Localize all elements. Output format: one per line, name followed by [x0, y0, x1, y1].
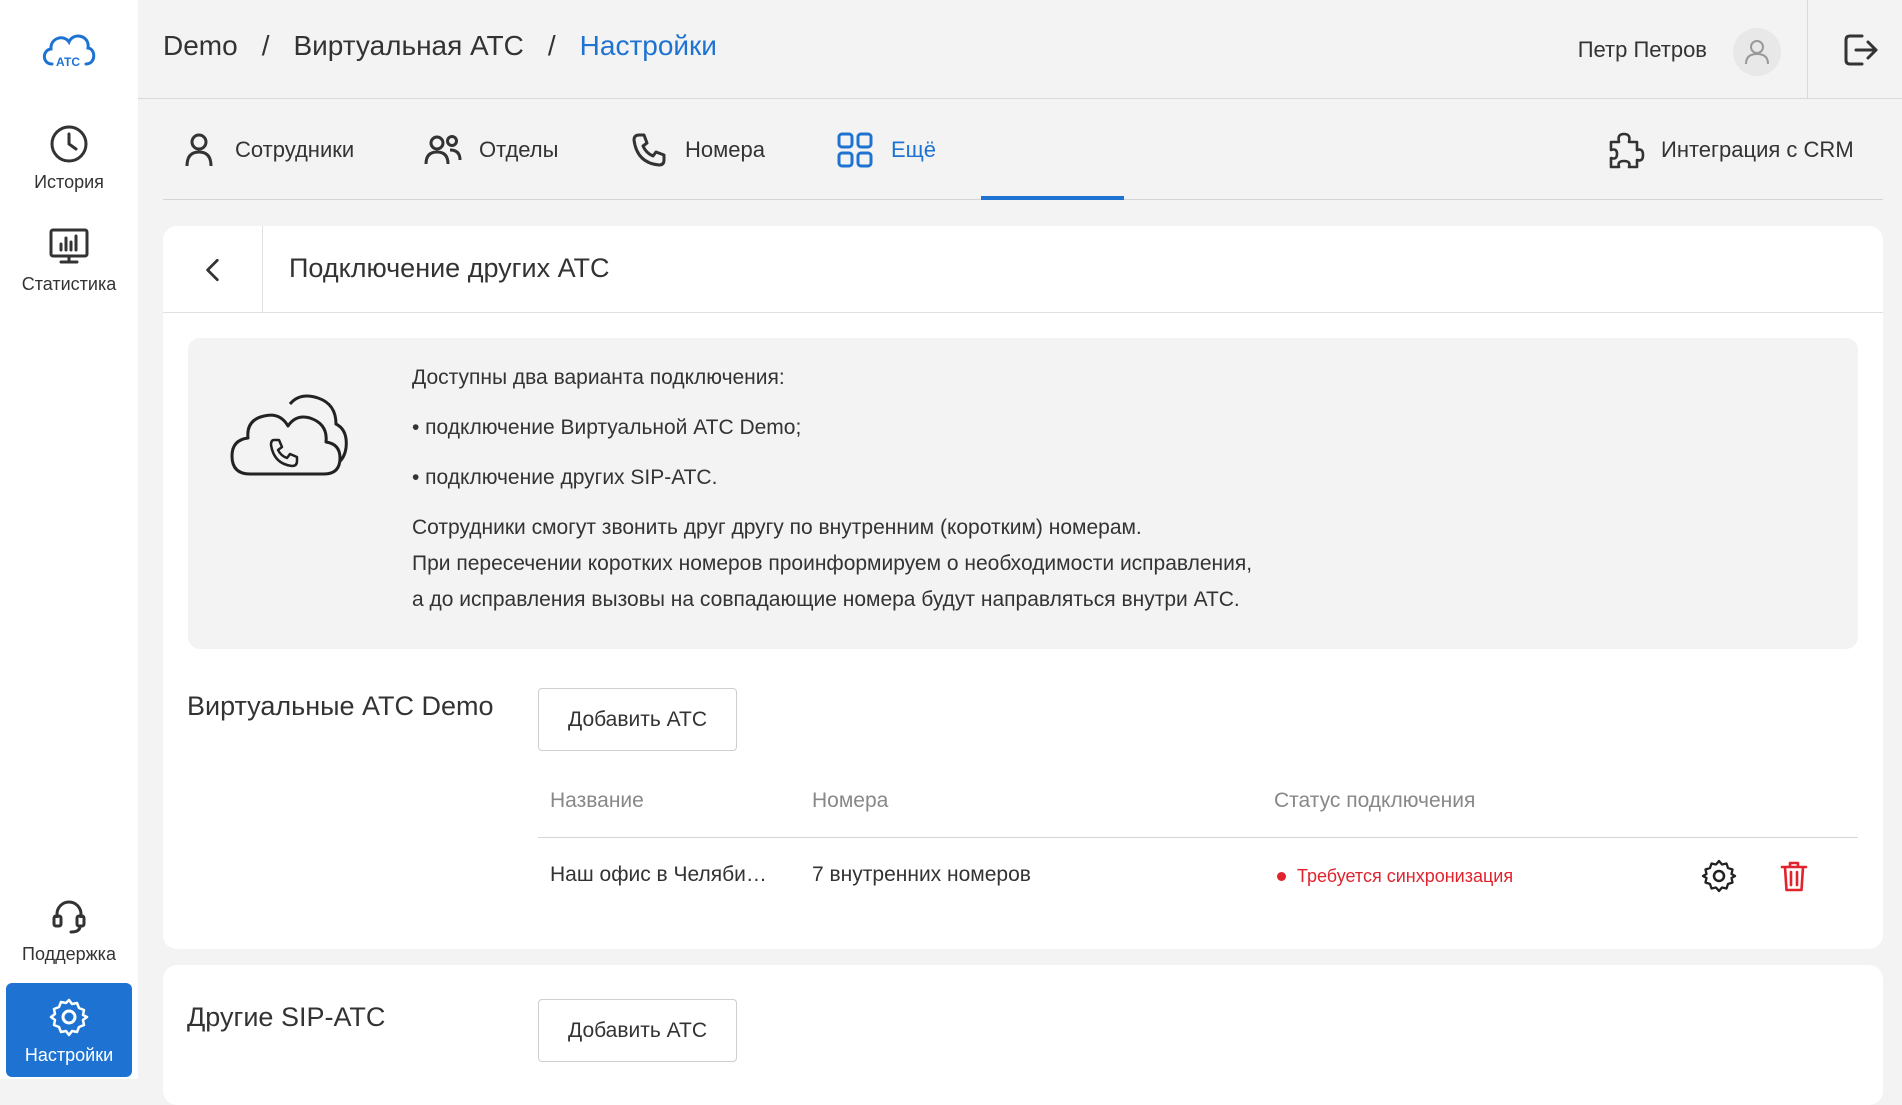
breadcrumb-separator: /: [261, 30, 270, 61]
status-dot: [1277, 872, 1286, 881]
row-name[interactable]: Наш офис в Челяби…: [550, 863, 767, 887]
active-tab-indicator: [981, 196, 1124, 200]
user-name[interactable]: Петр Петров: [1578, 37, 1707, 63]
headset-icon: [52, 900, 86, 933]
column-header-status: Статус подключения: [1274, 789, 1476, 812]
gear-icon: [49, 998, 89, 1036]
tab-more[interactable]: Ещё: [835, 100, 936, 200]
sidebar-item-settings[interactable]: Настройки: [6, 983, 132, 1077]
page-title: Подключение других АТС: [289, 253, 610, 283]
tab-label: Номера: [685, 137, 765, 162]
status-text: Требуется синхронизация: [1297, 866, 1514, 886]
breadcrumb: Demo / Виртуальная АТС / Настройки: [163, 30, 717, 62]
ats-logo[interactable]: АТС: [38, 24, 98, 74]
breadcrumb-item-vats[interactable]: Виртуальная АТС: [293, 30, 523, 61]
chevron-left-icon: [205, 258, 219, 281]
logout-icon[interactable]: [1840, 30, 1880, 70]
sidebar-item-statistics[interactable]: Статистика: [6, 212, 132, 306]
person-icon: [185, 133, 213, 167]
sidebar-item-support[interactable]: Поддержка: [6, 882, 132, 976]
breadcrumb-separator: /: [547, 30, 556, 61]
sidebar: АТС История Статистика Поддержка Настрой…: [0, 0, 138, 1079]
tab-employees[interactable]: Сотрудники: [179, 100, 354, 200]
section-title-sip: Другие SIP-АТС: [187, 1002, 386, 1032]
tab-label: Сотрудники: [235, 137, 355, 162]
column-header-name: Название: [550, 789, 644, 812]
info-line: а до исправления вызовы на совпадающие н…: [412, 588, 1240, 611]
sidebar-item-label: Настройки: [24, 1044, 114, 1065]
trash-icon[interactable]: [1776, 858, 1812, 894]
tab-numbers[interactable]: Номера: [629, 100, 765, 200]
cloud-logo-icon: АТС: [42, 34, 96, 69]
chart-monitor-icon: [49, 228, 89, 263]
tab-crm-integration[interactable]: Интеграция с CRM: [1605, 100, 1854, 200]
user-icon: [1745, 40, 1769, 65]
tab-label: Интеграция с CRM: [1661, 137, 1854, 162]
info-box: Доступны два варианта подключения: • под…: [188, 338, 1858, 649]
tab-departments[interactable]: Отделы: [423, 100, 558, 200]
sidebar-item-history[interactable]: История: [6, 110, 132, 204]
settings-gear-icon[interactable]: [1701, 858, 1737, 894]
sidebar-item-label: Статистика: [21, 273, 117, 294]
grid-icon: [837, 132, 873, 168]
connection-card: Подключение других АТС Доступны два вари…: [163, 226, 1883, 949]
table-divider: [538, 837, 1858, 838]
info-text: Доступны два варианта подключения: • под…: [412, 366, 1252, 612]
people-icon: [424, 135, 462, 165]
clock-icon: [50, 125, 88, 162]
sip-card: Другие SIP-АТС Добавить АТС: [163, 965, 1883, 1105]
row-numbers: 7 внутренних номеров: [812, 863, 1031, 886]
topbar-divider: [1807, 0, 1808, 99]
logo-text: АТС: [56, 55, 80, 69]
info-line: При пересечении коротких номеров проинфо…: [412, 552, 1253, 575]
status-badge: Требуется синхронизация: [1277, 866, 1513, 887]
tab-label: Отделы: [479, 137, 559, 162]
info-line: Доступны два варианта подключения:: [412, 366, 785, 389]
info-line: Сотрудники смогут звонить друг другу по …: [412, 516, 1142, 539]
column-header-numbers: Номера: [812, 789, 889, 812]
info-line: • подключение других SIP-АТС.: [412, 466, 718, 489]
tab-label: Ещё: [891, 137, 937, 162]
breadcrumb-item-settings: Настройки: [579, 30, 717, 61]
info-line: • подключение Виртуальной АТС Demo;: [412, 416, 802, 439]
add-virtual-ats-button[interactable]: Добавить АТС: [538, 688, 737, 751]
add-sip-ats-button[interactable]: Добавить АТС: [538, 999, 737, 1062]
sidebar-item-label: Поддержка: [22, 943, 116, 964]
phone-icon: [632, 133, 666, 167]
back-button[interactable]: [163, 226, 263, 313]
avatar[interactable]: [1733, 28, 1781, 76]
sidebar-item-label: История: [34, 171, 104, 192]
cloud-phone-icon: [230, 394, 348, 476]
card-header: Подключение других АТС: [163, 226, 1883, 313]
breadcrumb-item-company[interactable]: Demo: [163, 30, 238, 61]
tabs-bar: Сотрудники Отделы Номера Ещё Интеграция …: [163, 100, 1883, 200]
puzzle-icon: [1609, 132, 1645, 169]
topbar: Demo / Виртуальная АТС / Настройки Петр Петр…: [138, 0, 1902, 99]
section-title-virtual: Виртуальные АТС Demo: [187, 691, 494, 721]
